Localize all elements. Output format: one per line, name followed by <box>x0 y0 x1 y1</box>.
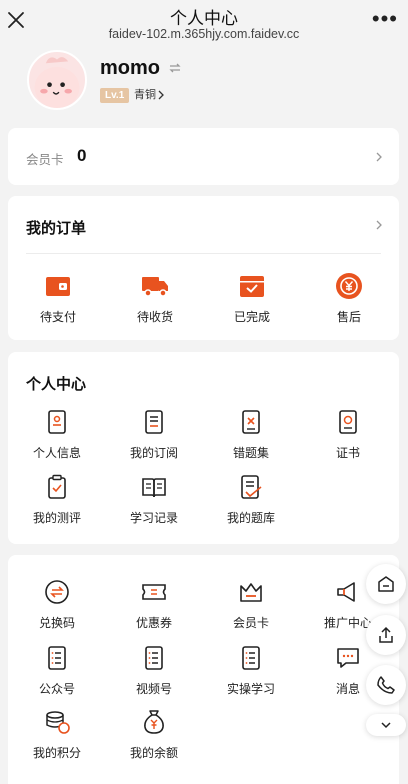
personal-info-item[interactable]: 个人信息 <box>8 408 106 461</box>
question-bank-icon <box>241 475 262 499</box>
wallet-icon <box>46 277 70 296</box>
coupons-item[interactable]: 优惠券 <box>105 578 203 631</box>
video-account-item[interactable]: 视频号 <box>105 644 203 697</box>
level-name[interactable]: 青铜 <box>134 88 156 103</box>
switch-account-icon[interactable] <box>168 61 182 75</box>
official-account-item[interactable]: 公众号 <box>8 644 106 697</box>
open-book-icon <box>142 478 166 498</box>
member-card-row[interactable]: 会员卡 0 <box>8 128 399 185</box>
certificates-item[interactable]: 证书 <box>299 408 397 461</box>
my-points-item[interactable]: 我的积分 <box>8 708 106 761</box>
my-assessments-item[interactable]: 我的测评 <box>8 473 106 526</box>
chat-icon <box>337 648 359 668</box>
page-url: faidev-102.m.365hjy.com.faidev.cc <box>108 27 300 41</box>
wrong-questions-item[interactable]: 错题集 <box>202 408 300 461</box>
collapse-float-button[interactable] <box>366 714 406 736</box>
redeem-code-item[interactable]: 兑换码 <box>8 578 106 631</box>
level-badge: Lv.1 <box>100 88 130 103</box>
tools-card: 兑换码 优惠券 会员卡 推广中心 公众号 视频号 实操学习 消息 我的积分 我的… <box>8 555 399 784</box>
coins-icon <box>46 711 70 734</box>
id-card-icon <box>48 410 66 434</box>
order-after-sales[interactable]: 售后 <box>300 272 398 325</box>
chevron-down-icon <box>381 722 391 729</box>
megaphone-icon <box>337 582 355 602</box>
exchange-icon <box>45 580 69 604</box>
page-title: 个人中心 <box>170 9 238 28</box>
certificate-icon <box>339 410 357 434</box>
avatar-face-icon <box>34 57 80 108</box>
coupon-icon <box>142 584 166 600</box>
orders-card: 我的订单 待支付 待收货 已完成 售后 <box>8 196 399 340</box>
order-pending-delivery[interactable]: 待收货 <box>106 272 204 325</box>
avatar[interactable] <box>27 50 87 110</box>
clipboard-check-icon <box>48 474 66 499</box>
share-icon <box>379 626 393 643</box>
orders-title: 我的订单 <box>26 220 87 237</box>
learning-records-item[interactable]: 学习记录 <box>105 473 203 526</box>
member-card-label: 会员卡 <box>26 153 64 167</box>
book-icon <box>145 410 163 434</box>
truck-icon <box>142 277 168 297</box>
yen-refresh-icon <box>336 273 362 299</box>
money-bag-icon <box>144 710 164 734</box>
member-card-count: 0 <box>77 146 87 165</box>
box-check-icon <box>240 276 264 297</box>
chevron-right-icon[interactable] <box>375 219 383 231</box>
my-question-bank-item[interactable]: 我的题库 <box>202 473 300 526</box>
crown-icon <box>240 583 262 602</box>
chevron-right-icon <box>376 152 382 162</box>
top-bar: 个人中心 faidev-102.m.365hjy.com.faidev.cc •… <box>0 0 408 48</box>
list-doc-icon <box>145 646 163 670</box>
practical-learning-item[interactable]: 实操学习 <box>202 644 300 697</box>
home-float-button[interactable] <box>366 564 406 604</box>
list-doc-icon <box>48 646 66 670</box>
share-float-button[interactable] <box>366 615 406 655</box>
home-icon <box>378 576 394 592</box>
personal-center-card: 个人中心 个人信息 我的订阅 错题集 证书 我的测评 学习记录 我的题库 <box>8 352 399 544</box>
more-menu-icon[interactable]: ••• <box>372 8 398 30</box>
membership-card-item[interactable]: 会员卡 <box>202 578 300 631</box>
profile-header: momo Lv.1 青铜 <box>0 48 408 118</box>
personal-center-title: 个人中心 <box>26 376 87 393</box>
phone-icon <box>377 676 395 694</box>
wrong-book-icon <box>242 410 260 434</box>
chevron-right-icon <box>158 90 164 100</box>
order-completed[interactable]: 已完成 <box>203 272 301 325</box>
order-pending-payment[interactable]: 待支付 <box>9 272 107 325</box>
divider <box>26 253 381 254</box>
my-subscriptions-item[interactable]: 我的订阅 <box>105 408 203 461</box>
username: momo <box>100 57 160 79</box>
phone-float-button[interactable] <box>366 665 406 705</box>
list-doc-icon <box>242 646 260 670</box>
my-balance-item[interactable]: 我的余额 <box>105 708 203 761</box>
